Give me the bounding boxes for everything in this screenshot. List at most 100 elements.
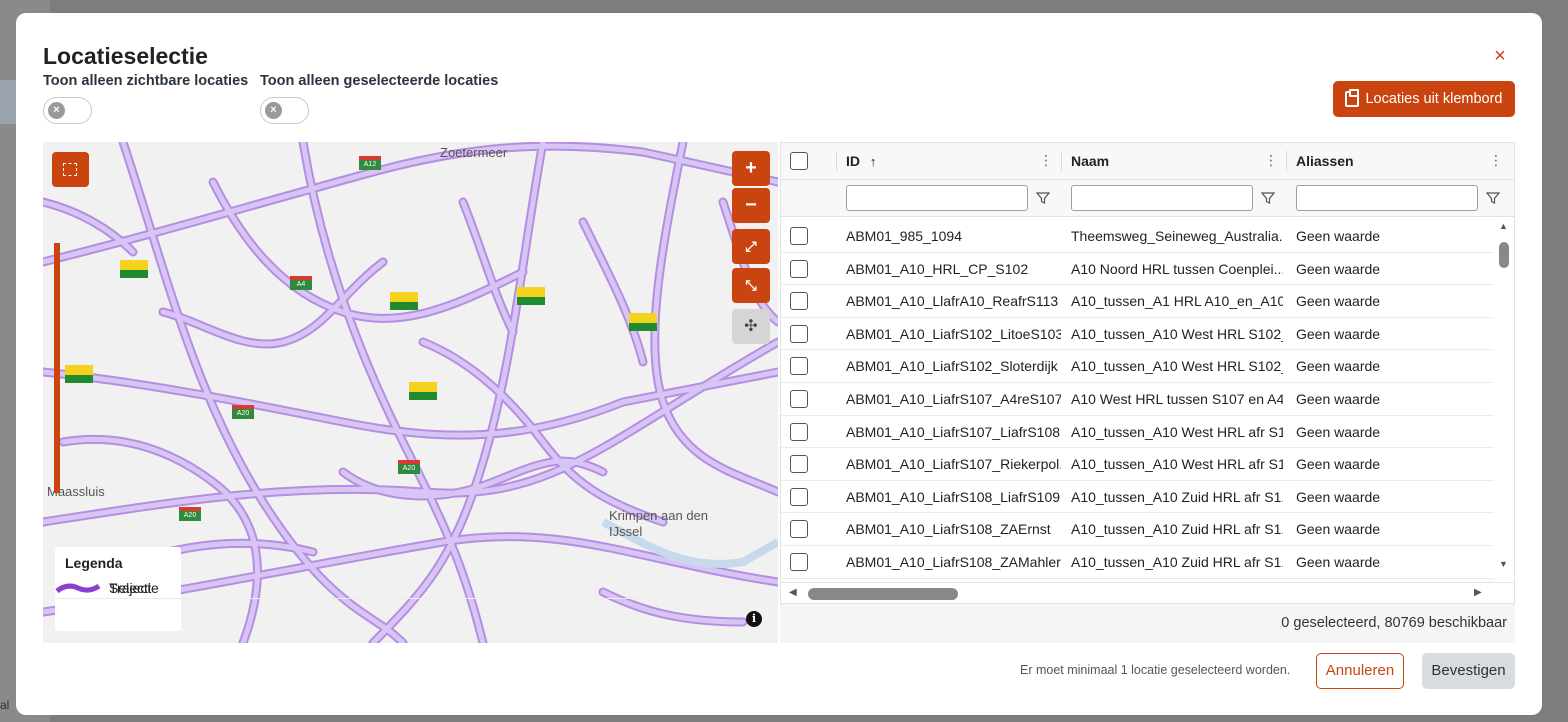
toggle-visible-switch[interactable]: × — [43, 97, 92, 124]
clipboard-locations-button[interactable]: Locaties uit klembord — [1333, 81, 1515, 117]
select-all-checkbox[interactable] — [790, 152, 808, 170]
cell-naam: A10_tussen_A1 HRL A10_en_A10 ... — [1071, 293, 1283, 310]
location-selection-dialog: Locatieselectie × Toon alleen zichtbare … — [16, 13, 1542, 715]
column-header-naam[interactable]: Naam — [1071, 143, 1109, 180]
location-marker[interactable] — [629, 313, 657, 331]
info-icon[interactable]: i — [746, 611, 762, 627]
row-checkbox[interactable] — [790, 455, 808, 474]
table-row[interactable]: ABM01_985_1094 Theemsweg_Seineweg_Austral… — [781, 220, 1494, 253]
selectie-line-icon — [55, 583, 101, 593]
cancel-button[interactable]: Annuleren — [1316, 653, 1404, 689]
table-row[interactable]: ABM01_A10_LiafrS107_A4reS107 A10 West HRL… — [781, 383, 1494, 416]
scrollbar-thumb[interactable] — [808, 588, 958, 600]
scroll-right-icon[interactable]: ▶ — [1474, 587, 1482, 598]
cell-id: ABM01_A10_LlafrA10_ReafrS113 — [846, 293, 1059, 310]
toggle-selected-label: Toon alleen geselecteerde locaties — [260, 73, 499, 89]
dialog-title: Locatieselectie — [43, 43, 208, 69]
road-sign: A20 — [179, 507, 201, 521]
row-checkbox[interactable] — [790, 390, 808, 408]
location-marker[interactable] — [390, 292, 418, 310]
column-menu-icon[interactable]: ⋮ — [1039, 153, 1053, 169]
map-view[interactable]: Zoetermeer Maassluis Krimpen aan den IJs… — [43, 142, 778, 643]
column-header-id[interactable]: ID ↑ — [846, 143, 876, 180]
cell-id: ABM01_A10_LiafrS102_Sloterdijk — [846, 358, 1058, 375]
filter-icon[interactable] — [1036, 191, 1050, 205]
table-row[interactable]: ABM01_A10_LlafrA10_ReafrS113 A10_tussen_A… — [781, 285, 1494, 318]
confirm-button[interactable]: Bevestigen — [1422, 653, 1515, 689]
toggle-visible-label: Toon alleen zichtbare locaties — [43, 73, 249, 89]
row-checkbox[interactable] — [790, 520, 808, 539]
table-row[interactable]: ABM01_A10_LiafrS107_LiafrS108 A10_tussen_… — [781, 416, 1494, 449]
row-checkbox[interactable] — [790, 227, 808, 245]
filter-icon[interactable] — [1486, 191, 1500, 205]
legend-item-selectie: Selectie — [55, 577, 768, 599]
filter-input-id[interactable] — [846, 185, 1028, 211]
cell-aliassen: Geen waarde — [1296, 228, 1381, 244]
table-row[interactable]: ABM01_A10_LiafrS102_Sloterdijk A10_tussen… — [781, 350, 1494, 383]
road-sign: A20 — [398, 460, 420, 474]
filter-row — [781, 180, 1514, 217]
row-checkbox[interactable] — [790, 487, 808, 506]
legend-item-label: Selectie — [109, 579, 159, 596]
zoom-slider[interactable] — [54, 243, 60, 493]
table-row[interactable]: ABM01_A10_LiafrS108_ZAErnst A10_tussen_A1… — [781, 513, 1494, 546]
filter-icon[interactable] — [1261, 191, 1275, 205]
collapse-icon[interactable]: ⤡ — [732, 268, 770, 303]
column-header-aliassen[interactable]: Aliassen — [1296, 143, 1354, 180]
location-marker[interactable] — [409, 382, 437, 400]
center-icon[interactable]: ✣ — [732, 309, 770, 344]
cell-id: ABM01_A10_LiafrS102_LitoeS103 — [846, 325, 1061, 342]
scroll-up-icon[interactable]: ▲ — [1499, 221, 1508, 231]
location-marker[interactable] — [65, 365, 93, 383]
column-separator — [1061, 151, 1062, 171]
cell-id: ABM01_A10_LiafrS108_LiafrS109 — [846, 488, 1061, 505]
toggle-off-icon: × — [48, 102, 65, 119]
close-icon[interactable]: × — [1490, 45, 1510, 67]
cell-id: ABM01_A10_LiafrS107_LiafrS108 — [846, 423, 1061, 440]
scroll-left-icon[interactable]: ◀ — [789, 587, 797, 598]
table-row[interactable]: ABM01_A10_LiafrS107_Riekerpol... A10_tuss… — [781, 448, 1494, 481]
map-legend: Legenda Traject Selectie — [55, 547, 768, 631]
scroll-down-icon[interactable]: ▼ — [1499, 559, 1508, 569]
table-row[interactable]: ABM01_A10_LiafrS108_ZAMahler A10_tussen_A… — [781, 546, 1494, 579]
cell-naam: A10_tussen_A10 West HRL S102_... — [1071, 358, 1283, 375]
cell-naam: A10_tussen_A10 Zuid HRL afr S1... — [1071, 488, 1283, 505]
road-sign: A20 — [232, 405, 254, 419]
cell-aliassen: Geen waarde — [1296, 423, 1381, 440]
row-checkbox[interactable] — [790, 324, 808, 343]
cell-id: ABM01_A10_LiafrS108_ZAMahler — [846, 554, 1061, 570]
scrollbar-thumb[interactable] — [1499, 242, 1509, 268]
box-select-icon — [63, 163, 77, 176]
legend-title: Legenda — [65, 555, 123, 571]
zoom-in-button[interactable]: + — [732, 151, 770, 186]
cell-naam: Theemsweg_Seineweg_Australia... — [1071, 228, 1283, 244]
cell-aliassen: Geen waarde — [1296, 325, 1381, 342]
column-menu-icon[interactable]: ⋮ — [1264, 153, 1278, 169]
filter-input-aliassen[interactable] — [1296, 185, 1478, 211]
clipboard-button-label: Locaties uit klembord — [1365, 91, 1503, 107]
table-row[interactable]: ABM01_A10_LiafrS108_LiafrS109 A10_tussen_… — [781, 481, 1494, 514]
table-row[interactable]: ABM01_A10_HRL_CP_S102 A10 Noord HRL tusse… — [781, 253, 1494, 286]
cell-naam: A10_tussen_A10 West HRL S102_... — [1071, 325, 1283, 342]
row-checkbox[interactable] — [790, 259, 808, 278]
location-marker[interactable] — [120, 260, 148, 278]
toggle-selected-switch[interactable]: × — [260, 97, 309, 124]
vertical-scrollbar[interactable]: ▲ ▼ — [1496, 219, 1512, 579]
filter-input-naam[interactable] — [1071, 185, 1253, 211]
table-row[interactable]: ABM01_A10_LiafrS102_LitoeS103 A10_tussen_… — [781, 318, 1494, 351]
place-label: Zoetermeer — [440, 145, 508, 160]
column-menu-icon[interactable]: ⋮ — [1489, 153, 1503, 169]
horizontal-scrollbar[interactable]: ◀ ▶ — [781, 582, 1514, 603]
box-select-button[interactable] — [52, 152, 89, 187]
cell-aliassen: Geen waarde — [1296, 488, 1381, 505]
row-checkbox[interactable] — [790, 553, 808, 571]
expand-icon[interactable]: ⤢ — [732, 229, 770, 264]
row-checkbox[interactable] — [790, 292, 808, 311]
cell-naam: A10_tussen_A10 Zuid HRL afr S1... — [1071, 521, 1283, 538]
row-checkbox[interactable] — [790, 357, 808, 376]
cell-aliassen: Geen waarde — [1296, 554, 1381, 570]
row-checkbox[interactable] — [790, 422, 808, 441]
zoom-out-button[interactable]: − — [732, 188, 770, 223]
location-marker[interactable] — [517, 287, 545, 305]
table-header: ID ↑ ⋮ Naam ⋮ Aliassen ⋮ — [781, 143, 1514, 180]
